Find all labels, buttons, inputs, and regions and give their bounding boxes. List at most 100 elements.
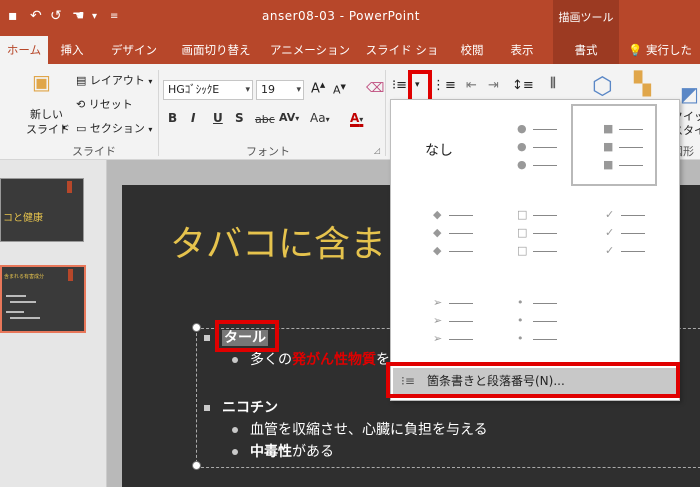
- tab-transitions[interactable]: 画面切り替え: [176, 36, 256, 64]
- font-name-value: HGｺﾞｼｯｸE: [168, 83, 220, 96]
- font-dialog-launcher-icon[interactable]: ◿: [374, 146, 380, 155]
- reset-label: リセット: [88, 98, 133, 111]
- increase-indent-icon[interactable]: ⇥: [488, 78, 499, 93]
- thumbnail-accent: [68, 269, 73, 281]
- filled-square-bullet-icon: ■: [603, 122, 614, 135]
- font-color-button[interactable]: A▾: [350, 111, 363, 125]
- columns-icon[interactable]: ⫼: [550, 76, 556, 91]
- tab-slideshow[interactable]: スライド ショー: [360, 36, 444, 85]
- tab-insert[interactable]: 挿入: [52, 36, 92, 64]
- reset-button[interactable]: ⟲ リセット: [76, 96, 133, 112]
- redo-icon[interactable]: ↺: [50, 8, 62, 24]
- square-bullet-icon: [204, 335, 210, 341]
- bold-button[interactable]: B: [168, 111, 177, 125]
- thumbnail-accent: [67, 181, 72, 193]
- diamond-bullet-icon: ◆: [433, 244, 442, 257]
- layout-button[interactable]: ▤ レイアウト ▾: [76, 72, 152, 88]
- bullet-style-filled-square[interactable]: ■ ■ ■: [571, 104, 657, 186]
- italic-button[interactable]: I: [191, 111, 195, 125]
- reset-icon: ⟲: [76, 98, 86, 111]
- filled-square-bullet-icon: ■: [603, 158, 614, 171]
- bullet-item-addictive[interactable]: 中毒性がある: [232, 441, 334, 461]
- round-bullet-icon: [232, 449, 238, 455]
- slide-thumbnail-2[interactable]: 含まれる有害成分: [0, 265, 86, 333]
- font-size-combo[interactable]: 19 ▾: [256, 80, 304, 100]
- bullet-text: 血管を収縮させ、心臓に負担を与える: [250, 422, 488, 438]
- customize-qat-icon[interactable]: ≡: [110, 11, 118, 22]
- font-name-combo[interactable]: HGｺﾞｼｯｸE ▾: [163, 80, 253, 100]
- line-spacing-icon[interactable]: ↕≡: [512, 78, 534, 93]
- annotation-highlight-tar: [215, 320, 279, 352]
- touch-dropdown-icon[interactable]: ▾: [92, 11, 97, 22]
- decrease-indent-icon[interactable]: ⇤: [466, 78, 477, 93]
- square-bullet-icon: [204, 405, 210, 411]
- layout-label: レイアウト: [89, 74, 145, 87]
- section-icon: ▭: [76, 122, 87, 135]
- bullet-style-small-dot[interactable]: • • •: [487, 280, 573, 362]
- layout-icon: ▤: [76, 74, 87, 87]
- grow-font-button[interactable]: A▲: [311, 81, 325, 96]
- bullet-style-gallery: なし ● ● ● ■ ■ ■ ◆ ◆ ◆ □ □ □ ✓ ✓ ✓ ➢ ➢ ➢ •…: [390, 99, 680, 401]
- strikethrough-button[interactable]: abc: [255, 113, 275, 126]
- tab-animations[interactable]: アニメーション: [268, 36, 352, 64]
- section-button[interactable]: ▭ セクション ▾: [76, 120, 152, 136]
- quick-styles-icon[interactable]: ◩: [680, 82, 699, 106]
- small-dot-bullet-icon: •: [517, 296, 524, 309]
- numbering-icon[interactable]: ⋮≡: [432, 78, 456, 93]
- tab-view[interactable]: 表示: [500, 36, 544, 64]
- filled-square-bullet-icon: ■: [603, 140, 614, 153]
- bullet-item-nicotine[interactable]: ニコチン: [204, 397, 278, 417]
- group-divider: [385, 70, 386, 156]
- bullet-style-filled-round[interactable]: ● ● ●: [487, 104, 573, 186]
- thumbnail-text-line: [6, 295, 26, 297]
- tab-format[interactable]: 書式: [553, 36, 619, 64]
- underline-button[interactable]: U: [213, 111, 223, 125]
- bullet-item-carcinogens[interactable]: 多くの発がん性物質を: [232, 349, 390, 369]
- arrange-icon[interactable]: ▚: [634, 72, 651, 97]
- group-divider: [158, 70, 159, 156]
- resize-handle[interactable]: [192, 461, 201, 470]
- shapes-icon[interactable]: ⬡: [592, 72, 613, 100]
- thumbnail-caption: 含まれる有害成分: [4, 274, 45, 280]
- shadow-button[interactable]: S: [235, 111, 244, 125]
- clear-format-icon[interactable]: ⌫: [366, 81, 384, 96]
- chevron-down-icon: ▾: [296, 85, 301, 95]
- char-spacing-button[interactable]: AV▾: [279, 111, 299, 124]
- diamond-bullet-icon: ◆: [433, 208, 442, 221]
- arrow-bullet-icon: ➢: [433, 332, 443, 345]
- slide-thumbnail-pane: コと健康 含まれる有害成分: [0, 160, 107, 487]
- group-label-font: フォント: [246, 145, 290, 158]
- undo-icon[interactable]: ↶: [30, 8, 42, 24]
- chevron-down-icon: ▾: [148, 125, 153, 134]
- tab-review[interactable]: 校閲: [452, 36, 492, 64]
- hollow-square-bullet-icon: □: [517, 226, 528, 239]
- bullet-text: がある: [292, 444, 334, 460]
- tab-design[interactable]: デザイン: [104, 36, 164, 64]
- slide-thumbnail-1[interactable]: コと健康: [0, 178, 84, 242]
- resize-handle[interactable]: [192, 323, 201, 332]
- bullet-style-hollow-square[interactable]: □ □ □: [487, 192, 573, 274]
- tab-home[interactable]: ホーム: [0, 36, 48, 64]
- bullet-style-checkmark[interactable]: ✓ ✓ ✓: [575, 192, 661, 274]
- save-icon[interactable]: ▪: [8, 8, 18, 24]
- round-bullet-icon: [232, 427, 238, 433]
- new-slide-icon[interactable]: ▣: [32, 70, 51, 94]
- touch-mode-icon[interactable]: ☚: [72, 8, 85, 24]
- new-slide-dropdown-icon[interactable]: ▾: [62, 123, 66, 132]
- chevron-down-icon: ▾: [295, 114, 300, 123]
- thumbnail-caption: コと健康: [3, 213, 43, 224]
- bullet-style-arrow[interactable]: ➢ ➢ ➢: [403, 280, 489, 362]
- context-tab-group: 描画ツール: [553, 0, 619, 36]
- bullet-item-blood-vessels[interactable]: 血管を収縮させ、心臓に負担を与える: [232, 419, 488, 439]
- new-slide-label-1[interactable]: 新しい: [30, 106, 63, 122]
- change-case-button[interactable]: Aa▾: [310, 111, 330, 125]
- slide-title[interactable]: タバコに含ま: [170, 215, 386, 267]
- shrink-font-button[interactable]: A▼: [333, 83, 346, 97]
- bullet-style-none[interactable]: なし: [395, 104, 481, 186]
- bullet-style-diamond[interactable]: ◆ ◆ ◆: [403, 192, 489, 274]
- bullets-icon[interactable]: ⁝≡: [392, 78, 407, 93]
- tell-me-box[interactable]: 💡 実行したい: [628, 36, 700, 85]
- diamond-bullet-icon: ◆: [433, 226, 442, 239]
- bullet-text-bold: 中毒性: [250, 444, 292, 460]
- title-bar: ▪ ↶ ↺ ☚ ▾ ≡ anser08-03 - PowerPoint 描画ツー…: [0, 0, 700, 36]
